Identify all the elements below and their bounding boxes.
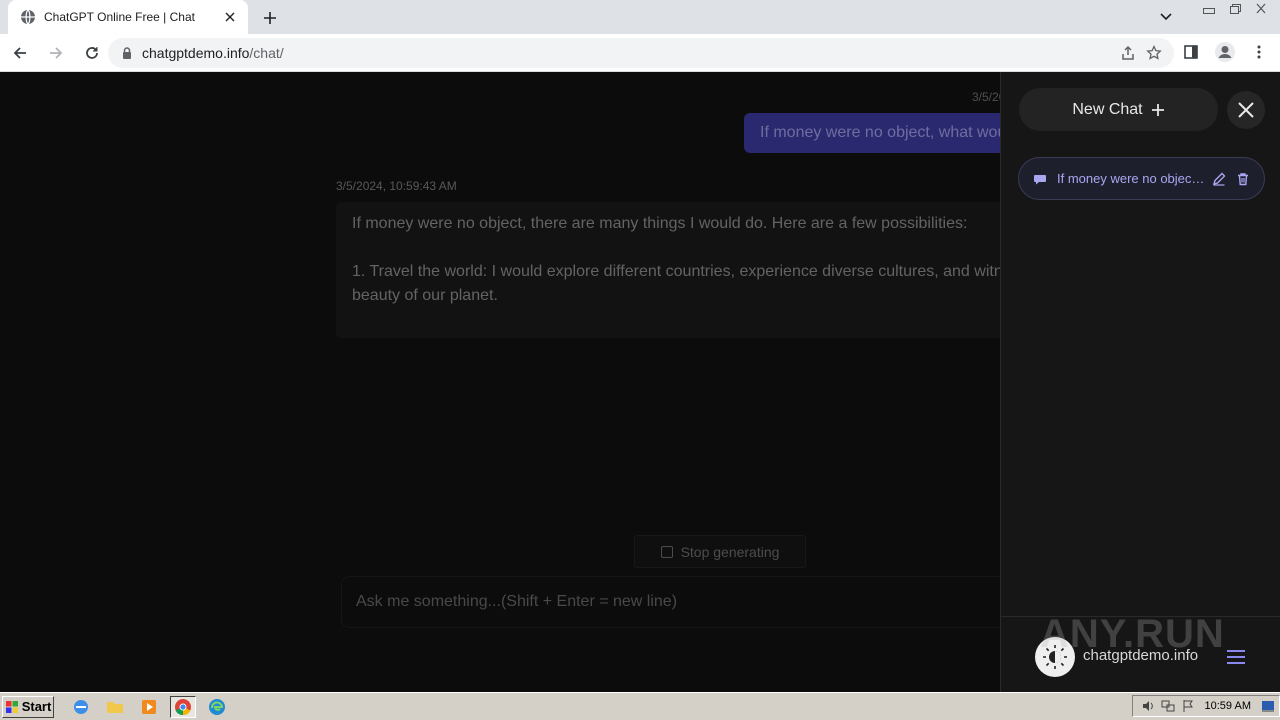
new-chat-button[interactable]: New Chat xyxy=(1019,88,1218,131)
chat-bubble-icon xyxy=(1033,172,1047,186)
theme-toggle-button[interactable] xyxy=(1035,637,1075,677)
hamburger-menu-icon[interactable] xyxy=(1224,646,1248,668)
system-tray: 10:59 AM xyxy=(1131,695,1280,717)
chrome-icon[interactable] xyxy=(170,695,196,718)
media-player-icon[interactable] xyxy=(136,696,162,718)
windows-flag-icon xyxy=(5,700,19,714)
sidebar-overlay-backdrop[interactable] xyxy=(0,72,1000,692)
file-explorer-icon[interactable] xyxy=(102,696,128,718)
url-text: chatgptdemo.info/chat/ xyxy=(142,45,1120,61)
browser-tabstrip: ChatGPT Online Free | Chat xyxy=(0,0,1280,34)
tab-close-icon[interactable] xyxy=(222,9,238,25)
reload-button[interactable] xyxy=(76,37,108,69)
window-close-button[interactable] xyxy=(1248,0,1274,18)
site-name: chatgptdemo.info xyxy=(1083,647,1199,664)
network-icon[interactable] xyxy=(1161,699,1175,713)
browser-menu-icon[interactable] xyxy=(1244,37,1274,67)
sun-moon-icon xyxy=(1043,645,1067,669)
restore-button[interactable] xyxy=(1222,0,1248,18)
lock-icon[interactable] xyxy=(120,46,134,60)
new-tab-button[interactable] xyxy=(258,6,282,30)
delete-trash-icon[interactable] xyxy=(1232,168,1254,190)
bookmark-star-icon[interactable] xyxy=(1146,45,1162,61)
start-label: Start xyxy=(21,699,52,714)
url-path: /chat/ xyxy=(249,45,284,61)
close-icon xyxy=(1238,102,1254,118)
url-domain: chatgptdemo.info xyxy=(142,45,250,61)
volume-icon[interactable] xyxy=(1141,699,1155,713)
tab-search-chevron-icon[interactable] xyxy=(1152,0,1180,34)
share-icon[interactable] xyxy=(1120,45,1136,61)
browser-toolbar: chatgptdemo.info/chat/ xyxy=(0,34,1280,72)
profile-avatar-icon[interactable] xyxy=(1210,37,1240,67)
chat-history-label: If money were no object, what would you … xyxy=(1057,171,1206,186)
edit-pencil-icon[interactable] xyxy=(1208,168,1230,190)
chat-sidebar: New Chat If money were no object, what w… xyxy=(1000,72,1280,692)
forward-button[interactable] xyxy=(40,37,72,69)
show-desktop-icon[interactable] xyxy=(1261,699,1275,713)
address-bar[interactable]: chatgptdemo.info/chat/ xyxy=(108,38,1174,68)
browser-tab-active[interactable]: ChatGPT Online Free | Chat xyxy=(8,0,248,34)
new-chat-label: New Chat xyxy=(1072,100,1143,118)
start-button[interactable]: Start xyxy=(2,695,54,718)
sidebar-footer: chatgptdemo.info xyxy=(1001,616,1280,692)
chat-history-item[interactable]: If money were no object, what would you … xyxy=(1018,157,1265,200)
edge-icon[interactable] xyxy=(204,696,230,718)
chat-page: 3/5/2024, 10:59:43 AM If money were no o… xyxy=(0,72,1280,692)
taskbar-clock[interactable]: 10:59 AM xyxy=(1205,700,1251,712)
internet-explorer-icon[interactable] xyxy=(68,696,94,718)
tab-title: ChatGPT Online Free | Chat xyxy=(44,10,195,24)
minimize-button[interactable] xyxy=(1196,0,1222,18)
plus-icon xyxy=(1151,103,1165,117)
side-panel-icon[interactable] xyxy=(1176,37,1206,67)
action-center-flag-icon[interactable] xyxy=(1181,699,1195,713)
back-button[interactable] xyxy=(4,37,36,69)
globe-icon xyxy=(20,9,36,25)
quick-launch xyxy=(68,695,230,718)
close-sidebar-button[interactable] xyxy=(1227,91,1265,129)
windows-taskbar: Start 10:59 AM xyxy=(0,692,1280,720)
